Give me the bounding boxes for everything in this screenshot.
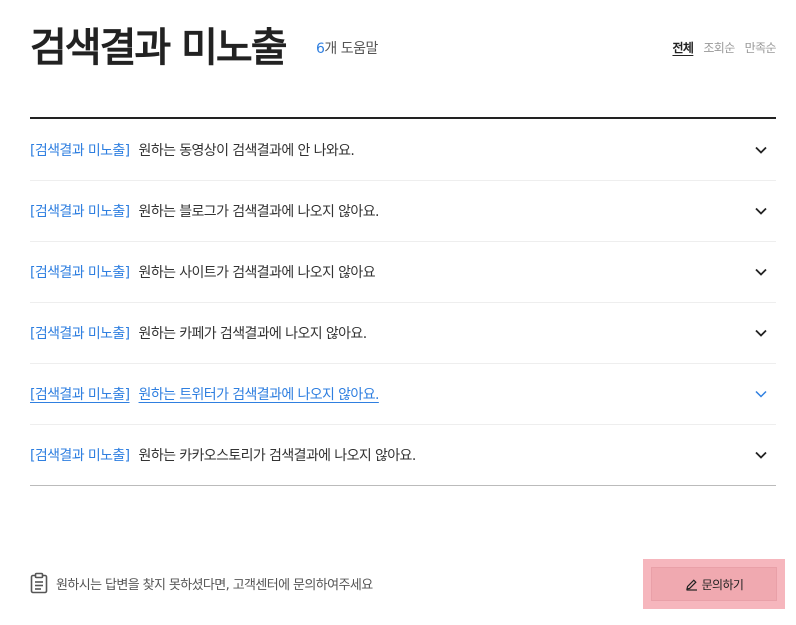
faq-category: [검색결과 미노출]: [30, 204, 130, 220]
faq-question: 원하는 사이트가 검색결과에 나오지 않아요: [138, 265, 376, 281]
chevron-down-icon: [755, 146, 767, 154]
faq-question: 원하는 동영상이 검색결과에 안 나와요.: [138, 142, 355, 159]
pencil-icon: [685, 578, 697, 591]
faq-item[interactable]: [검색결과 미노출] 원하는 카페가 검색결과에 나오지 않아요.: [30, 302, 776, 363]
faq-category: [검색결과 미노출]: [30, 448, 130, 464]
help-count-label: 개 도움말: [324, 41, 378, 57]
faq-item-hovered[interactable]: [검색결과 미노출] 원하는 트위터가 검색결과에 나오지 않아요.: [30, 363, 776, 424]
sort-views[interactable]: 조회순: [703, 39, 735, 56]
chevron-down-icon: [755, 329, 767, 337]
sort-satisfaction[interactable]: 만족순: [745, 39, 777, 56]
faq-item[interactable]: [검색결과 미노출] 원하는 블로그가 검색결과에 나오지 않아요.: [30, 180, 776, 241]
faq-category: [검색결과 미노출]: [30, 265, 130, 281]
help-count: 6개 도움말: [316, 38, 378, 58]
clipboard-icon: [30, 572, 48, 594]
chevron-down-icon: [755, 207, 767, 215]
page-header: 검색결과 미노출 6개 도움말 전체 조회순 만족순: [30, 22, 777, 82]
faq-item[interactable]: [검색결과 미노출] 원하는 카카오스토리가 검색결과에 나오지 않아요.: [30, 424, 776, 485]
inquiry-button[interactable]: 문의하기: [651, 567, 777, 601]
faq-question: 원하는 블로그가 검색결과에 나오지 않아요.: [138, 204, 380, 220]
faq-category: [검색결과 미노출]: [30, 387, 130, 403]
chevron-down-icon: [755, 268, 767, 276]
faq-question: 원하는 카카오스토리가 검색결과에 나오지 않아요.: [138, 448, 417, 464]
faq-question: 원하는 카페가 검색결과에 나오지 않아요.: [138, 326, 368, 342]
chevron-down-icon: [755, 390, 767, 398]
help-footer-note: 원하시는 답변을 찾지 못하셨다면, 고객센터에 문의하여주세요: [56, 577, 373, 593]
chevron-down-icon: [755, 451, 767, 459]
sort-options: 전체 조회순 만족순: [672, 39, 776, 56]
page-title: 검색결과 미노출: [30, 25, 288, 71]
faq-item[interactable]: [검색결과 미노출] 원하는 사이트가 검색결과에 나오지 않아요: [30, 241, 776, 302]
faq-question: 원하는 트위터가 검색결과에 나오지 않아요.: [138, 387, 380, 403]
inquiry-button-label: 문의하기: [701, 577, 744, 592]
faq-list: [검색결과 미노출] 원하는 동영상이 검색결과에 안 나와요. [검색결과 미…: [30, 117, 776, 486]
faq-item[interactable]: [검색결과 미노출] 원하는 동영상이 검색결과에 안 나와요.: [30, 119, 776, 180]
sort-all[interactable]: 전체: [672, 39, 693, 56]
faq-category: [검색결과 미노출]: [30, 142, 130, 159]
faq-category: [검색결과 미노출]: [30, 326, 130, 342]
inquiry-button-highlight: 문의하기: [643, 559, 785, 609]
